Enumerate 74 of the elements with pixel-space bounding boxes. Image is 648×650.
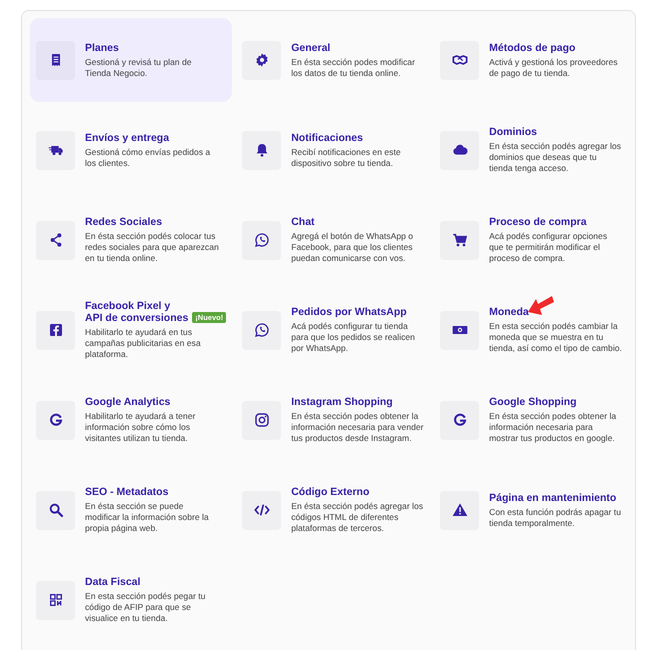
qr-code-icon <box>36 580 75 620</box>
item-title: Redes Sociales <box>85 216 162 228</box>
warning-icon <box>440 490 480 530</box>
camera-outline-icon <box>242 400 282 440</box>
settings-item[interactable]: Dominios En ésta sección podés agregar los dominios que deseas que tu tienda tenga acceso. <box>434 108 628 192</box>
settings-item[interactable]: Chat Agregá el botón de WhatsApp o Facebook, para que los clientes puedan comunicarse con vos. <box>236 198 430 282</box>
item-description: Gestioná y revisá tu plan de Tienda Negocio. <box>85 56 193 78</box>
code-icon <box>242 490 282 530</box>
item-title: Pedidos por WhatsApp <box>291 306 407 318</box>
settings-item[interactable]: Notificaciones Recibí notificaciones en este dispositivo sobre tu tienda. <box>236 108 430 192</box>
settings-item[interactable]: Pedidos por WhatsApp Acá podés configurar tu tienda para que los pedidos se realicen por WhatsApp. <box>236 288 430 372</box>
settings-item[interactable]: Instagram Shopping En ésta sección podes obtener la información necesaria para vender tus productos desde Instagram. <box>236 378 430 462</box>
cart-icon <box>440 220 480 260</box>
item-description: Habilitarlo te ayudará en tus campañas publicitarias en esa plataforma. <box>85 327 202 360</box>
item-description: En ésta sección podés agregar los dominios que deseas que tu tienda tenga acceso. <box>489 141 622 174</box>
letter-g-icon <box>440 400 480 440</box>
settings-item[interactable]: General En ésta sección podes modificar los datos de tu tienda online. <box>236 18 430 102</box>
item-description: Agregá el botón de WhatsApp o Facebook, para que los clientes puedan comunicarse con vos. <box>291 231 414 264</box>
item-title: Chat <box>291 216 315 228</box>
item-title: Facebook Pixel y API de conversiones <box>85 300 188 324</box>
item-title: Planes <box>85 42 119 54</box>
banknote-icon <box>440 310 480 350</box>
settings-item[interactable]: Planes Gestioná y revisá tu plan de Tienda Negocio. <box>30 18 232 102</box>
item-title: Proceso de compra <box>489 216 587 228</box>
item-description: En ésta sección podes obtener la información necesaria para vender tus productos desde Instagram. <box>291 411 424 444</box>
item-title: Código Externo <box>291 486 370 498</box>
item-description: En ésta sección se puede modificar la información sobre la propia página web. <box>85 501 210 534</box>
item-title: Página en mantenimiento <box>489 492 616 504</box>
item-description: Acá podés configurar tu tienda para que los pedidos se realicen por WhatsApp. <box>291 321 416 354</box>
settings-item[interactable]: Código Externo En ésta sección podés agregar los códigos HTML de diferentes plataformas de terceros. <box>236 468 430 552</box>
settings-item[interactable]: Página en mantenimiento Con esta función podrás apagar tu tienda temporalmente. <box>434 468 628 552</box>
item-description: En ésta sección podés colocar tus redes sociales para que aparezcan en tu tienda online. <box>85 231 219 264</box>
item-title: Métodos de pago <box>489 42 576 54</box>
settings-item[interactable]: Proceso de compra Acá podés configurar opciones que te permitirán modificar el proceso de compra. <box>434 198 628 282</box>
item-description: Gestioná cómo envías pedidos a los clientes. <box>85 146 212 168</box>
item-description: En esta sección podés pegar tu código de AFIP para que se visualice en tu tienda. <box>85 591 206 624</box>
cloud-icon <box>440 130 480 170</box>
letter-g-icon <box>36 400 75 440</box>
item-title: Google Shopping <box>489 396 577 408</box>
settings-item[interactable]: Google Analytics Habilitarlo te ayudará a tener información sobre cómo los visitantes utilizan tu tienda. <box>30 378 232 462</box>
search-icon <box>36 490 75 530</box>
item-description: Activá y gestioná los proveedores de pago de tu tienda. <box>489 56 619 78</box>
settings-item[interactable]: SEO - Metadatos En ésta sección se puede modificar la información sobre la propia página web. <box>30 468 232 552</box>
item-title: General <box>291 42 330 54</box>
item-title: Envíos y entrega <box>85 132 170 144</box>
item-title: Google Analytics <box>85 396 170 408</box>
settings-item[interactable]: Moneda En esta sección podés cambiar la moneda que se muestra en tu tienda, así como el tipo de cambio. <box>434 288 628 372</box>
bell-icon <box>242 130 282 170</box>
square-f-icon <box>36 310 75 350</box>
settings-item[interactable]: Google Shopping En ésta sección podes obtener la información necesaria para mostrar tus productos en google. <box>434 378 628 462</box>
chat-bubble-icon <box>242 310 282 350</box>
item-title: Notificaciones <box>291 132 363 144</box>
share-icon <box>36 220 75 260</box>
chat-bubble-icon <box>242 220 282 260</box>
receipt-icon <box>36 40 75 80</box>
item-description: En ésta sección podés agregar los códigos HTML de diferentes plataformas de terceros. <box>291 501 424 534</box>
item-description: En ésta sección podes obtener la información necesaria para mostrar tus productos en google. <box>489 411 618 444</box>
item-description: Recibí notificaciones en este dispositivo sobre tu tienda. <box>291 146 402 168</box>
item-title: Dominios <box>489 126 537 138</box>
settings-item[interactable]: Envíos y entrega Gestioná cómo envías pedidos a los clientes. <box>30 108 232 192</box>
settings-item[interactable]: Redes Sociales En ésta sección podés colocar tus redes sociales para que aparezcan en tu tienda online. <box>30 198 232 282</box>
settings-icon <box>242 40 282 80</box>
item-description: Con esta función podrás apagar tu tienda temporalmente. <box>489 506 622 528</box>
settings-item[interactable]: Métodos de pago Activá y gestioná los proveedores de pago de tu tienda. <box>434 18 628 102</box>
item-description: En ésta sección podes modificar los datos de tu tienda online. <box>291 56 416 78</box>
item-title: SEO - Metadatos <box>85 486 168 498</box>
item-description: Habilitarlo te ayudará a tener información sobre cómo los visitantes utilizan tu tienda. <box>85 411 196 444</box>
item-description: En esta sección podés cambiar la moneda que se muestra en tu tienda, así como el tipo de cambio. <box>489 321 622 354</box>
item-title: Instagram Shopping <box>291 396 393 408</box>
settings-item[interactable]: Data Fiscal En esta sección podés pegar tu código de AFIP para que se visualice en tu tienda. <box>30 558 232 642</box>
item-description: Acá podés configurar opciones que te permitirán modificar el proceso de compra. <box>489 231 608 264</box>
item-title: Moneda <box>489 306 529 318</box>
item-title: Data Fiscal <box>85 576 140 588</box>
truck-icon <box>36 130 75 170</box>
